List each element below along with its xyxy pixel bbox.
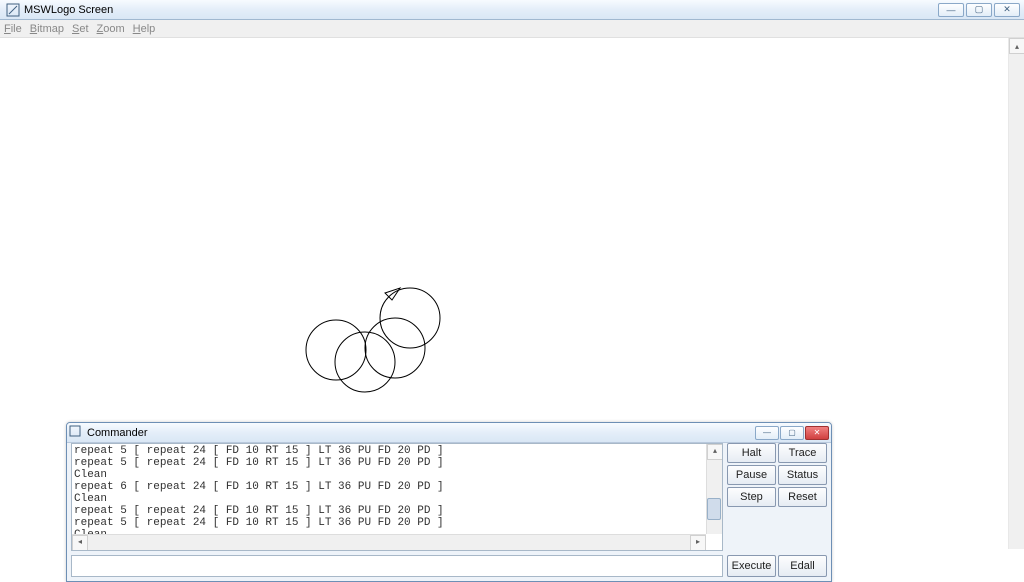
commander-icon [69, 425, 81, 440]
history-line: repeat 5 [ repeat 24 [ FD 10 RT 15 ] LT … [74, 457, 720, 469]
pause-button[interactable]: Pause [727, 465, 776, 485]
history-line: repeat 5 [ repeat 24 [ FD 10 RT 15 ] LT … [74, 445, 720, 457]
menu-zoom[interactable]: Zoom [97, 23, 125, 35]
commander-maximize-button[interactable]: ▢ [780, 426, 804, 440]
menu-bitmap[interactable]: Bitmap [30, 23, 64, 35]
commander-titlebar[interactable]: Commander — ▢ ✕ [67, 423, 831, 443]
commander-window: Commander — ▢ ✕ repeat 5 [ repeat 24 [ F… [66, 422, 832, 582]
execute-buttons: Execute Edall [727, 555, 827, 577]
commander-minimize-button[interactable]: — [755, 426, 779, 440]
scroll-up-icon[interactable]: ▴ [707, 444, 723, 460]
commander-buttons: Halt Trace Pause Status Step Reset [727, 443, 827, 551]
history-horizontal-scrollbar[interactable]: ◂ ▸ [72, 534, 706, 550]
minimize-button[interactable]: — [938, 3, 964, 17]
command-history[interactable]: repeat 5 [ repeat 24 [ FD 10 RT 15 ] LT … [71, 443, 723, 551]
maximize-button[interactable]: ▢ [966, 3, 992, 17]
command-input[interactable] [71, 555, 723, 577]
history-line: repeat 6 [ repeat 24 [ FD 10 RT 15 ] LT … [74, 481, 720, 493]
close-button[interactable]: ✕ [994, 3, 1020, 17]
window-controls: — ▢ ✕ [938, 3, 1020, 17]
window-title: MSWLogo Screen [24, 4, 113, 16]
history-line: Clean [74, 493, 720, 505]
step-button[interactable]: Step [727, 487, 776, 507]
history-line: Clean [74, 469, 720, 481]
menubar: File Bitmap Set Zoom Help [0, 20, 1024, 38]
status-button[interactable]: Status [778, 465, 827, 485]
menu-set[interactable]: Set [72, 23, 89, 35]
reset-button[interactable]: Reset [778, 487, 827, 507]
trace-button[interactable]: Trace [778, 443, 827, 463]
commander-title: Commander [87, 427, 148, 439]
app-icon [6, 3, 20, 17]
scroll-thumb[interactable] [707, 498, 721, 520]
canvas-area: ▴ Commander — ▢ ✕ repeat 5 [ repeat 24 [… [0, 38, 1024, 549]
history-line: repeat 5 [ repeat 24 [ FD 10 RT 15 ] LT … [74, 517, 720, 529]
main-titlebar: MSWLogo Screen — ▢ ✕ [0, 0, 1024, 20]
commander-close-button[interactable]: ✕ [805, 426, 829, 440]
vertical-scrollbar[interactable]: ▴ [1008, 38, 1024, 549]
menu-file[interactable]: File [4, 23, 22, 35]
turtle-drawing [290, 238, 470, 398]
execute-button[interactable]: Execute [727, 555, 776, 577]
edall-button[interactable]: Edall [778, 555, 827, 577]
history-vertical-scrollbar[interactable]: ▴ [706, 444, 722, 534]
history-line: repeat 5 [ repeat 24 [ FD 10 RT 15 ] LT … [74, 505, 720, 517]
scroll-up-icon[interactable]: ▴ [1009, 38, 1024, 54]
menu-help[interactable]: Help [133, 23, 156, 35]
halt-button[interactable]: Halt [727, 443, 776, 463]
